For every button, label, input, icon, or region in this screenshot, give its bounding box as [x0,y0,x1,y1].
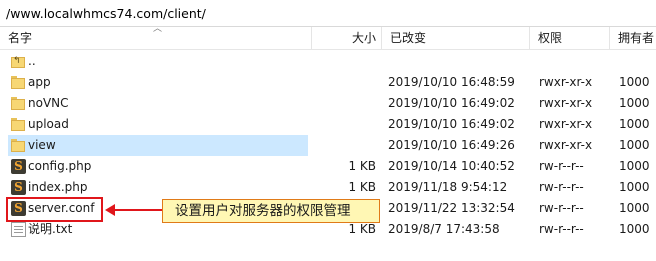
column-name-label: 名字 [8,31,33,45]
column-owner-header[interactable]: 拥有者 [610,27,656,49]
file-permissions: rw-r--r-- [539,159,584,173]
annotation-callout: 设置用户对服务器的权限管理 [162,199,380,223]
column-modified-label: 已改变 [390,31,427,45]
file-name: .. [28,54,36,68]
file-modified: 2019/10/10 16:48:59 [388,75,515,89]
file-size [312,135,376,156]
file-name: 说明.txt [28,222,73,236]
file-row[interactable]: S index.php 1 KB 2019/11/18 9:54:12 rw-r… [0,177,656,198]
file-row[interactable]: ↰ .. [0,51,656,72]
text-file-icon [11,222,26,237]
php-file-icon: S [11,180,26,195]
file-permissions: rw-r--r-- [539,222,584,236]
column-modified-header[interactable]: 已改变 [382,27,530,49]
annotation-highlight-box [6,197,103,222]
column-size-header[interactable]: 大小 [312,27,382,49]
folder-icon [11,75,26,90]
column-permissions-header[interactable]: 权限 [530,27,610,49]
file-name: index.php [28,180,88,194]
file-modified: 2019/10/10 16:49:02 [388,96,515,110]
file-row[interactable]: upload 2019/10/10 16:49:02 rwxr-xr-x 100… [0,114,656,135]
file-modified: 2019/10/10 16:49:02 [388,117,515,131]
file-name: app [28,75,51,89]
file-size: 1 KB [348,180,376,194]
file-name: noVNC [28,96,69,110]
file-owner: 1000 [619,117,650,131]
file-owner: 1000 [619,75,650,89]
file-size [312,93,376,114]
php-file-icon: S [11,159,26,174]
folder-icon [11,138,26,153]
file-owner: 1000 [619,180,650,194]
up-folder-icon: ↰ [11,54,26,69]
file-size: 1 KB [348,159,376,173]
file-modified: 2019/11/18 9:54:12 [388,180,508,194]
file-row[interactable]: app 2019/10/10 16:48:59 rwxr-xr-x 1000 [0,72,656,93]
callout-arrow-icon [105,204,162,216]
column-name-header[interactable]: 名字 ︿ [0,24,312,49]
column-size-label: 大小 [351,31,376,45]
file-modified: 2019/11/22 13:32:54 [388,201,515,215]
file-name: view [28,138,56,152]
file-modified: 2019/10/14 10:40:52 [388,159,515,173]
file-permissions: rwxr-xr-x [539,75,593,89]
file-permissions: rw-r--r-- [539,201,584,215]
path-bar[interactable]: /www.localwhmcs74.com/client/ [0,0,656,27]
file-modified: 2019/10/10 16:49:26 [388,138,515,152]
column-owner-label: 拥有者 [618,31,655,45]
file-owner: 1000 [619,159,650,173]
file-row[interactable]: noVNC 2019/10/10 16:49:02 rwxr-xr-x 1000 [0,93,656,114]
sort-ascending-icon: ︿ [153,24,163,34]
file-owner: 1000 [619,201,650,215]
file-owner: 1000 [619,138,650,152]
current-path: /www.localwhmcs74.com/client/ [6,6,206,21]
annotation-text: 设置用户对服务器的权限管理 [175,203,351,219]
file-permissions: rwxr-xr-x [539,117,593,131]
column-header: 名字 ︿ 大小 已改变 权限 拥有者 [0,24,656,50]
column-permissions-label: 权限 [538,31,563,45]
file-name: upload [28,117,69,131]
file-name: config.php [28,159,92,173]
file-owner: 1000 [619,96,650,110]
file-size [312,72,376,93]
file-permissions: rw-r--r-- [539,180,584,194]
folder-icon [11,96,26,111]
folder-icon [11,117,26,132]
file-row[interactable]: S config.php 1 KB 2019/10/14 10:40:52 rw… [0,156,656,177]
file-permissions: rwxr-xr-x [539,96,593,110]
file-owner: 1000 [619,222,650,236]
file-modified: 2019/8/7 17:43:58 [388,222,500,236]
file-row[interactable]: view 2019/10/10 16:49:26 rwxr-xr-x 1000 [0,135,656,156]
file-permissions: rwxr-xr-x [539,138,593,152]
file-size [312,114,376,135]
